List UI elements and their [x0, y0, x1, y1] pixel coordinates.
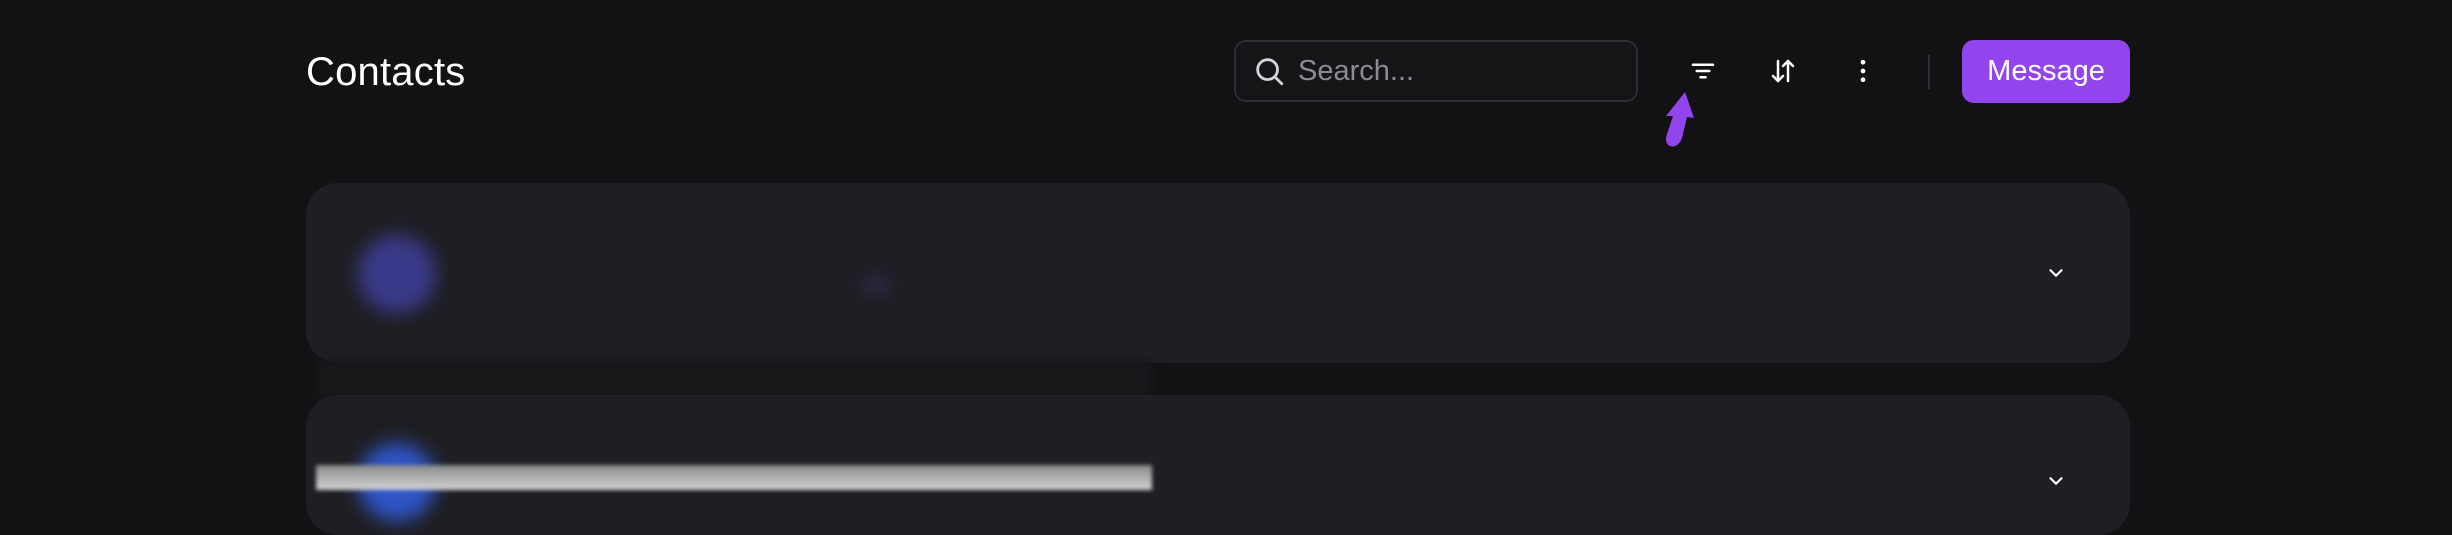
more-options-button[interactable]: [1836, 44, 1890, 98]
search-icon: [1256, 58, 1284, 86]
contact-tag: [862, 279, 890, 291]
contact-card[interactable]: [306, 183, 2130, 363]
avatar: [358, 235, 436, 313]
expand-button[interactable]: [2044, 261, 2068, 285]
more-vertical-icon: [1860, 59, 1866, 83]
overlay-shadow: [316, 360, 1152, 396]
search-input[interactable]: [1298, 54, 1675, 88]
toolbar-divider: [1928, 55, 1930, 89]
expand-button[interactable]: [2044, 469, 2068, 493]
chevron-down-icon: [2049, 269, 2063, 277]
overlay-strip: [316, 465, 1152, 490]
sort-button[interactable]: [1756, 44, 1810, 98]
hand-pointer-icon: [1666, 92, 1694, 147]
sort-icon: [1771, 59, 1795, 83]
message-button[interactable]: Message: [1962, 40, 2130, 103]
page-title: Contacts: [306, 50, 466, 94]
search-box[interactable]: [1234, 40, 1675, 102]
chevron-down-icon: [2049, 477, 2063, 485]
filter-icon: [1691, 63, 1715, 79]
